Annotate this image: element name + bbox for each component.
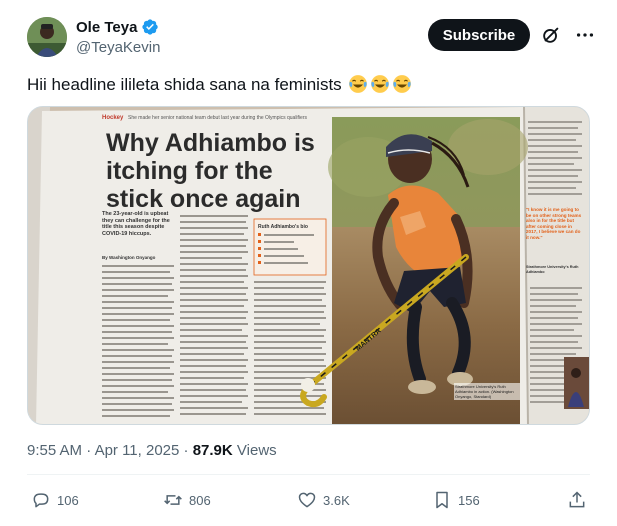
repost-button[interactable]: 806 — [163, 490, 211, 510]
headline-line-1: Why Adhiambo is — [106, 129, 315, 157]
bookmark-icon — [436, 491, 448, 509]
views-label: Views — [236, 442, 277, 459]
tweet-media-photo[interactable]: Hockey She made her senior national team… — [27, 106, 590, 425]
face-with-tears-of-joy-icon — [349, 75, 368, 93]
share-button[interactable] — [567, 490, 587, 510]
more-horizontal-icon[interactable] — [574, 24, 596, 46]
meta-divider — [27, 474, 590, 475]
pull-quote: "I know it is me going to be on other st… — [526, 207, 582, 240]
bookmark-count: 156 — [458, 492, 480, 508]
headline-line-3: stick once again — [106, 185, 301, 213]
newspaper-photo: Hockey She made her senior national team… — [28, 107, 589, 424]
tweet-text: Hii headline ilileta shida sana na femin… — [27, 74, 412, 96]
reply-icon — [33, 493, 49, 508]
tweet-body: Hii headline ilileta shida sana na femin… — [27, 75, 342, 94]
face-with-tears-of-joy-icon — [371, 75, 390, 93]
reply-button[interactable]: 106 — [31, 490, 79, 510]
meta-separator: · — [183, 442, 189, 459]
pull-quote-credit: Strathmore University's Ruth Adhiambo — [526, 265, 579, 274]
tweet-meta: 9:55 AM · Apr 11, 2025 · 87.9K Views — [27, 442, 277, 459]
bookmark-button[interactable]: 156 — [432, 490, 480, 510]
subscribe-button[interactable]: Subscribe — [428, 19, 530, 51]
section-tag: Hockey — [102, 115, 124, 121]
like-count: 3.6K — [323, 492, 350, 508]
repost-icon — [164, 495, 182, 505]
hockey-player-photo: MANTRA — [300, 117, 528, 424]
like-button[interactable]: 3.6K — [297, 490, 350, 510]
bio-title: Ruth Adhiambo's bio — [258, 224, 308, 230]
byline: By Washington Onyango — [102, 255, 156, 260]
tweet-date[interactable]: Apr 11, 2025 — [95, 442, 180, 459]
tweet-time[interactable]: 9:55 AM — [27, 442, 82, 459]
verified-badge-icon — [142, 19, 159, 35]
views-count[interactable]: 87.9K — [193, 442, 233, 459]
headline-line-2: itching for the — [106, 157, 273, 185]
photo-caption: Strathmore University's Ruth Adhiambo in… — [454, 383, 520, 400]
face-with-tears-of-joy-icon — [393, 75, 412, 93]
tweet-header: Ole Teya @TeyaKevin Subscribe — [0, 0, 617, 64]
heart-icon — [298, 492, 316, 508]
repost-count: 806 — [189, 492, 211, 508]
author-avatar[interactable] — [27, 17, 67, 57]
tweet-actions-bar: 106 806 3.6K 156 — [27, 490, 590, 514]
kicker-text: She made her senior national team debut … — [128, 115, 307, 121]
reply-count: 106 — [57, 492, 79, 508]
grok-icon[interactable] — [540, 24, 562, 46]
author-display-name[interactable]: Ole Teya — [76, 19, 137, 36]
author-name-row: Ole Teya — [76, 18, 159, 36]
standfirst: The 23-year-old is upbeat they can chall… — [102, 211, 170, 237]
meta-separator: · — [86, 442, 92, 459]
author-handle[interactable]: @TeyaKevin — [76, 39, 160, 56]
share-icon — [569, 491, 585, 508]
